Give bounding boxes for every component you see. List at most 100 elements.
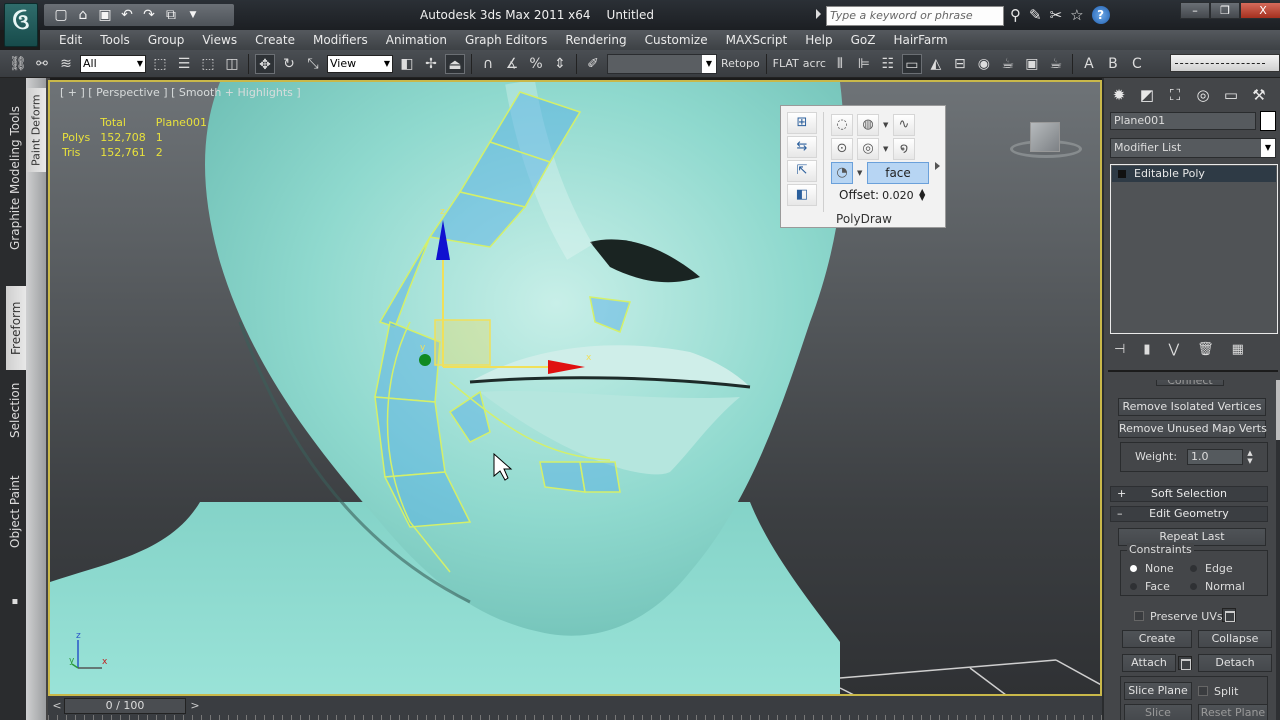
redo-icon[interactable]: ↷ (140, 6, 158, 24)
offset-input[interactable]: 0.020 (882, 189, 916, 202)
menu-graph-editors[interactable]: Graph Editors (456, 33, 556, 47)
connect-button[interactable]: Connect (1156, 380, 1224, 387)
menu-customize[interactable]: Customize (636, 33, 717, 47)
preserve-uvs-settings-button[interactable] (1222, 608, 1236, 622)
select-and-scale-icon[interactable]: ⤡ (303, 54, 323, 74)
viewport-label-menu[interactable]: [ + ] [ Perspective ] [ Smooth + Highlig… (60, 86, 301, 99)
create-button[interactable]: Create (1122, 630, 1192, 648)
object-name-field[interactable]: Plane001 (1110, 112, 1256, 130)
previous-frame-button[interactable]: < (50, 698, 64, 714)
window-crossing-icon[interactable]: ◫ (222, 54, 242, 74)
named-selection-sets-dropdown[interactable] (607, 53, 717, 74)
offset-spinner[interactable]: ▲ ▼ (919, 188, 925, 202)
application-menu-button[interactable]: ઉ (4, 3, 38, 47)
reference-coordinate-dropdown[interactable]: View (327, 54, 393, 73)
ribbon-options-icon[interactable]: ▪ (8, 594, 22, 610)
branches-icon[interactable]: ໑ (893, 138, 915, 160)
strips-icon[interactable]: ⊙ (831, 138, 853, 160)
menu-rendering[interactable]: Rendering (556, 33, 635, 47)
open-file-icon[interactable]: ⌂ (74, 6, 92, 24)
draw-on-surface-icon[interactable]: ◔ (831, 162, 853, 184)
solve-surface-icon[interactable]: ◍ (857, 114, 879, 136)
retopo-button[interactable]: Retopo (721, 57, 760, 70)
weight-input[interactable]: 1.0 (1187, 449, 1243, 465)
render-setup-icon[interactable]: ☕ (998, 54, 1018, 74)
trackbar-ticks[interactable] (48, 715, 1102, 720)
ribbon-panel-paint-deform[interactable]: Paint Deform (26, 88, 46, 172)
dropdown-arrow-icon[interactable]: ▼ (857, 162, 863, 184)
pin-stack-icon[interactable]: ⊣ (1114, 342, 1125, 357)
help-icon[interactable]: ? (1091, 6, 1110, 24)
project-folder-icon[interactable]: ⧉ (162, 6, 180, 24)
unlink-selection-icon[interactable]: ⚯ (32, 54, 52, 74)
stack-item-editable-poly[interactable]: Editable Poly (1112, 166, 1276, 182)
menu-views[interactable]: Views (193, 33, 246, 47)
ribbon-tab-object-paint[interactable]: Object Paint (4, 474, 26, 550)
new-file-icon[interactable]: ▢ (52, 6, 70, 24)
remove-unused-map-verts-button[interactable]: Remove Unused Map Verts (1118, 420, 1267, 438)
rectangular-selection-icon[interactable]: ⬚ (198, 54, 218, 74)
align-icon[interactable]: ⊫ (854, 54, 874, 74)
favorites-star-icon[interactable]: ☆ (1070, 6, 1083, 24)
remove-isolated-vertices-button[interactable]: Remove Isolated Vertices (1118, 398, 1266, 416)
layer-dropdown[interactable] (1170, 54, 1280, 72)
dropdown-arrow-icon[interactable]: ▼ (883, 138, 889, 160)
ribbon-tab-selection[interactable]: Selection (4, 378, 26, 442)
step-build-icon[interactable]: ⊞ (787, 112, 817, 134)
selection-filter-dropdown[interactable]: All (80, 54, 146, 73)
qat-dropdown-icon[interactable]: ▼ (184, 6, 202, 24)
menu-create[interactable]: Create (246, 33, 304, 47)
split-checkbox[interactable]: Split (1198, 685, 1238, 698)
menu-group[interactable]: Group (139, 33, 194, 47)
material-editor-icon[interactable]: ◉ (974, 54, 994, 74)
binoculars-search-icon[interactable]: ⚲ (1010, 6, 1021, 24)
render-b-icon[interactable]: B (1103, 54, 1123, 74)
select-object-icon[interactable]: ⬚ (150, 54, 170, 74)
detach-button[interactable]: Detach (1198, 654, 1272, 672)
render-a-icon[interactable]: A (1079, 54, 1099, 74)
search-input[interactable]: Type a keyword or phrase (826, 6, 1004, 26)
draw-on-icon[interactable]: ◧ (787, 184, 817, 206)
layer-manager-icon[interactable]: ☷ (878, 54, 898, 74)
acrc-button[interactable]: acrc (803, 57, 826, 70)
slice-button[interactable]: Slice (1124, 704, 1192, 720)
select-and-manipulate-icon[interactable]: ✢ (421, 54, 441, 74)
display-tab-icon[interactable]: ▭ (1220, 84, 1242, 106)
configure-modifier-sets-icon[interactable]: ▦ (1232, 342, 1244, 357)
edit-named-selection-icon[interactable]: ✐ (583, 54, 603, 74)
dropdown-arrow-icon[interactable]: ▼ (883, 114, 889, 136)
ribbon-tab-freeform[interactable]: Freeform (6, 286, 26, 370)
curve-editor-icon[interactable]: ◭ (926, 54, 946, 74)
flat-button[interactable]: FLAT (773, 57, 799, 70)
preserve-uvs-checkbox[interactable]: Preserve UVs (1134, 610, 1223, 623)
collapse-button[interactable]: Collapse (1198, 630, 1272, 648)
optimize-icon[interactable]: ⇱ (787, 160, 817, 182)
menu-animation[interactable]: Animation (377, 33, 456, 47)
gizmo-y-handle[interactable] (419, 354, 431, 366)
bind-to-space-warp-icon[interactable]: ≋ (56, 54, 76, 74)
attach-list-button[interactable] (1178, 656, 1192, 670)
select-and-move-icon[interactable]: ✥ (255, 53, 275, 74)
render-production-icon[interactable]: ☕ (1046, 54, 1066, 74)
search-expand-icon[interactable] (816, 9, 821, 19)
snaps-toggle-icon[interactable]: ∩ (478, 54, 498, 74)
close-button[interactable]: X (1240, 2, 1280, 19)
next-frame-button[interactable]: > (188, 698, 202, 714)
modifier-list-dropdown[interactable]: Modifier List (1110, 138, 1276, 158)
rollout-scrollbar[interactable] (1276, 380, 1280, 720)
undo-icon[interactable]: ↶ (118, 6, 136, 24)
weight-spinner[interactable]: ▲ ▼ (1245, 449, 1255, 465)
schematic-view-icon[interactable]: ⊟ (950, 54, 970, 74)
graphite-toggle-icon[interactable]: ▭ (901, 53, 922, 74)
reset-plane-button[interactable]: Reset Plane (1198, 704, 1268, 720)
splines-icon[interactable]: ∿ (893, 114, 915, 136)
communication-center-icon[interactable]: ✂ (1050, 6, 1063, 24)
slice-plane-button[interactable]: Slice Plane (1124, 682, 1192, 700)
menu-goz[interactable]: GoZ (842, 33, 885, 47)
subscription-key-icon[interactable]: ✎ (1029, 6, 1042, 24)
soft-selection-rollout-header[interactable]: + Soft Selection (1110, 486, 1268, 502)
angle-snap-icon[interactable]: ∡ (502, 54, 522, 74)
motion-tab-icon[interactable]: ◎ (1192, 84, 1214, 106)
remove-modifier-icon[interactable]: 🗑 (1197, 342, 1214, 357)
extend-icon[interactable]: ⇆ (787, 136, 817, 158)
